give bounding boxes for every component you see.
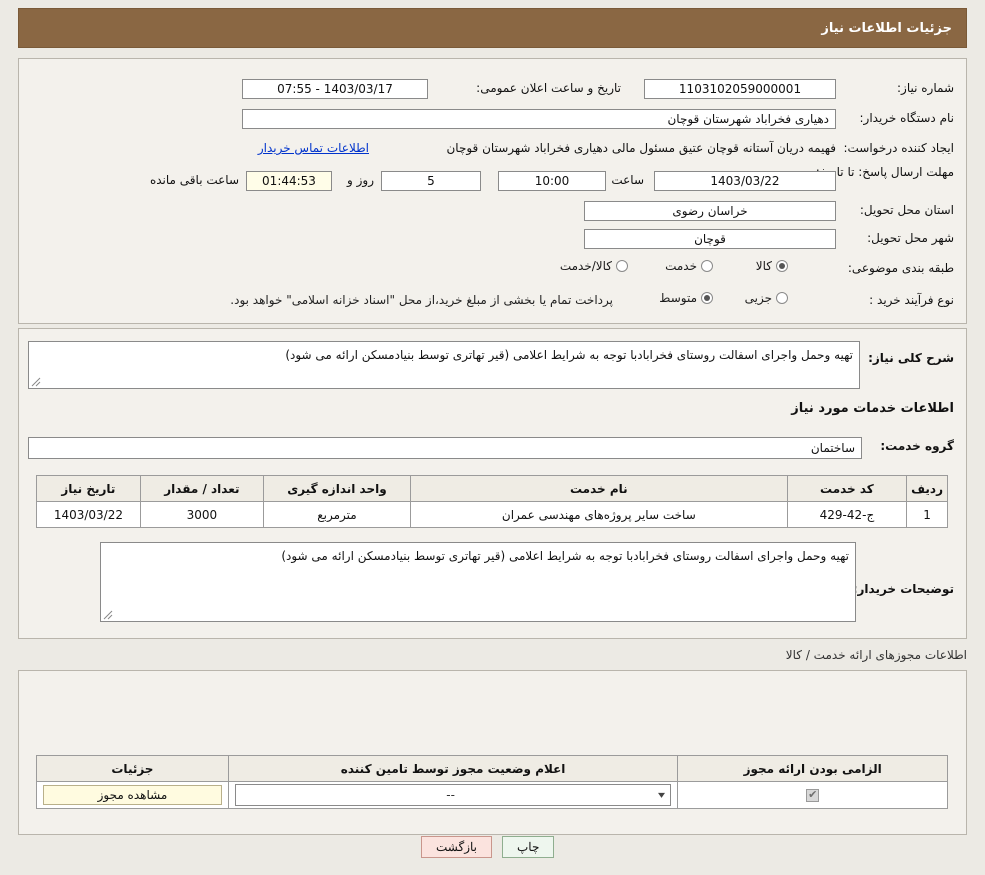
days-remaining-value: 5 <box>381 171 481 191</box>
category-option-khedmat-label: خدمت <box>665 259 697 273</box>
table-header-row: ردیف کد خدمت نام خدمت واحد اندازه گیری ت… <box>36 475 948 502</box>
table-row: ▾ -- مشاهده مجوز <box>36 781 948 809</box>
service-group-value: ساختمان <box>28 437 862 459</box>
th-qty: تعداد / مقدار <box>139 475 264 502</box>
buyer-notes-value: تهیه وحمل واجرای اسفالت روستای فخرابادبا… <box>100 542 856 622</box>
th-date: تاریخ نیاز <box>36 475 141 502</box>
page-header: جزئیات اطلاعات نیاز <box>18 8 967 48</box>
services-section-title: اطلاعات خدمات مورد نیاز <box>791 401 954 416</box>
services-table: ردیف کد خدمت نام خدمت واحد اندازه گیری ت… <box>36 475 948 528</box>
radio-icon[interactable] <box>701 260 713 272</box>
days-label: روز و <box>347 173 374 187</box>
td-status: ▾ -- <box>227 781 679 809</box>
resize-grip-icon[interactable] <box>103 610 113 620</box>
licence-status-value: -- <box>446 788 455 802</box>
category-option-kala-khedmat[interactable]: کالا/خدمت <box>560 259 628 273</box>
licences-section-label: اطلاعات مجوزهای ارائه خدمت / کالا <box>785 648 967 662</box>
chevron-down-icon: ▾ <box>658 789 666 801</box>
category-option-kala[interactable]: کالا <box>756 259 788 273</box>
buyer-contact-link[interactable]: اطلاعات تماس خریدار <box>258 141 369 155</box>
announce-date-label: تاریخ و ساعت اعلان عمومی: <box>476 81 621 95</box>
process-option-motavaset[interactable]: متوسط <box>659 291 713 305</box>
category-option-kala-label: کالا <box>755 259 772 273</box>
radio-icon[interactable] <box>616 260 628 272</box>
process-option-jozei-label: جزیی <box>744 291 772 305</box>
province-label: استان محل تحویل: <box>859 203 954 217</box>
td-required <box>677 781 948 809</box>
need-number-label: شماره نیاز: <box>897 81 954 95</box>
td-code: ج-42-429 <box>786 501 908 528</box>
th-radif: ردیف <box>906 475 948 502</box>
time-remaining-value: 01:44:53 <box>246 171 332 191</box>
td-unit: مترمربع <box>262 501 411 528</box>
announce-date-value: 1403/03/17 - 07:55 <box>242 79 428 99</box>
process-label: نوع فرآیند خرید : <box>869 293 954 307</box>
overall-need-value: تهیه وحمل واجرای اسفالت روستای فخرابادبا… <box>28 341 860 389</box>
province-value: خراسان رضوی <box>584 201 836 221</box>
creator-label: ایجاد کننده درخواست: <box>843 141 954 155</box>
print-button[interactable]: چاپ <box>502 836 555 858</box>
th-required: الزامی بودن ارائه مجوز <box>677 755 948 782</box>
city-value: قوچان <box>584 229 836 249</box>
process-note: پرداخت تمام یا بخشی از مبلغ خرید،از محل … <box>230 293 613 307</box>
process-option-jozei[interactable]: جزیی <box>745 291 788 305</box>
th-details: جزئیات <box>36 755 229 782</box>
required-checkbox-icon <box>806 788 820 802</box>
radio-icon[interactable] <box>701 292 713 304</box>
overall-need-label: شرح کلی نیاز: <box>868 351 954 365</box>
page-title: جزئیات اطلاعات نیاز <box>821 20 952 36</box>
services-table-grid: ردیف کد خدمت نام خدمت واحد اندازه گیری ت… <box>36 475 948 528</box>
creator-value: فهیمه دریان آستانه قوچان عتیق مسئول مالی… <box>446 141 836 155</box>
deadline-hour-value: 10:00 <box>498 171 606 191</box>
deadline-date-value: 1403/03/22 <box>654 171 836 191</box>
city-label: شهر محل تحویل: <box>867 231 954 245</box>
th-name: نام خدمت <box>409 475 788 502</box>
back-button[interactable]: بازگشت <box>421 836 492 858</box>
service-group-label: گروه خدمت: <box>880 439 954 453</box>
service-info-panel: شرح کلی نیاز: تهیه وحمل واجرای اسفالت رو… <box>18 328 967 639</box>
buyer-org-label: نام دستگاه خریدار: <box>859 111 955 125</box>
buyer-notes-text: تهیه وحمل واجرای اسفالت روستای فخرابادبا… <box>281 549 849 563</box>
th-unit: واحد اندازه گیری <box>262 475 411 502</box>
deadline-hour-label: ساعت <box>611 173 644 187</box>
category-label: طبقه بندی موضوعی: <box>847 261 954 275</box>
licences-table-grid: الزامی بودن ارائه مجوز اعلام وضعیت مجوز … <box>36 755 948 809</box>
td-qty: 3000 <box>139 501 264 528</box>
footer-buttons: بازگشت چاپ <box>421 836 555 858</box>
td-details: مشاهده مجوز <box>36 781 229 809</box>
radio-icon[interactable] <box>776 260 788 272</box>
overall-need-text: تهیه وحمل واجرای اسفالت روستای فخرابادبا… <box>285 348 853 362</box>
category-option-khedmat[interactable]: خدمت <box>665 259 713 273</box>
process-option-motavaset-label: متوسط <box>659 291 697 305</box>
th-code: کد خدمت <box>786 475 908 502</box>
licences-table: الزامی بودن ارائه مجوز اعلام وضعیت مجوز … <box>36 755 948 809</box>
need-info-panel: شماره نیاز: 1103102059000001 تاریخ و ساع… <box>18 58 967 324</box>
licences-panel: الزامی بودن ارائه مجوز اعلام وضعیت مجوز … <box>18 670 967 835</box>
page-root: AnaTender.net جزئیات اطلاعات نیاز شماره … <box>0 0 985 875</box>
remaining-suffix: ساعت باقی مانده <box>149 173 239 187</box>
td-name: ساخت سایر پروژه‌های مهندسی عمران <box>409 501 788 528</box>
deadline-label: مهلت ارسال پاسخ: تا تاریخ: <box>815 165 954 179</box>
table-header-row: الزامی بودن ارائه مجوز اعلام وضعیت مجوز … <box>36 755 948 782</box>
td-date: 1403/03/22 <box>36 501 141 528</box>
td-radif: 1 <box>906 501 948 528</box>
need-number-row: شماره نیاز: <box>844 81 954 95</box>
th-status: اعلام وضعیت مجوز توسط تامین کننده <box>227 755 679 782</box>
buyer-notes-label: توضیحات خریدار: <box>852 582 954 596</box>
radio-icon[interactable] <box>776 292 788 304</box>
need-number-value: 1103102059000001 <box>644 79 836 99</box>
buyer-org-value: دهیاری فخراباد شهرستان قوچان <box>242 109 836 129</box>
view-licence-button[interactable]: مشاهده مجوز <box>43 785 222 805</box>
category-option-kala-khedmat-label: کالا/خدمت <box>559 259 612 273</box>
table-row: 1 ج-42-429 ساخت سایر پروژه‌های مهندسی عم… <box>36 501 948 528</box>
licence-status-select[interactable]: ▾ -- <box>234 784 672 806</box>
resize-grip-icon[interactable] <box>31 377 41 387</box>
